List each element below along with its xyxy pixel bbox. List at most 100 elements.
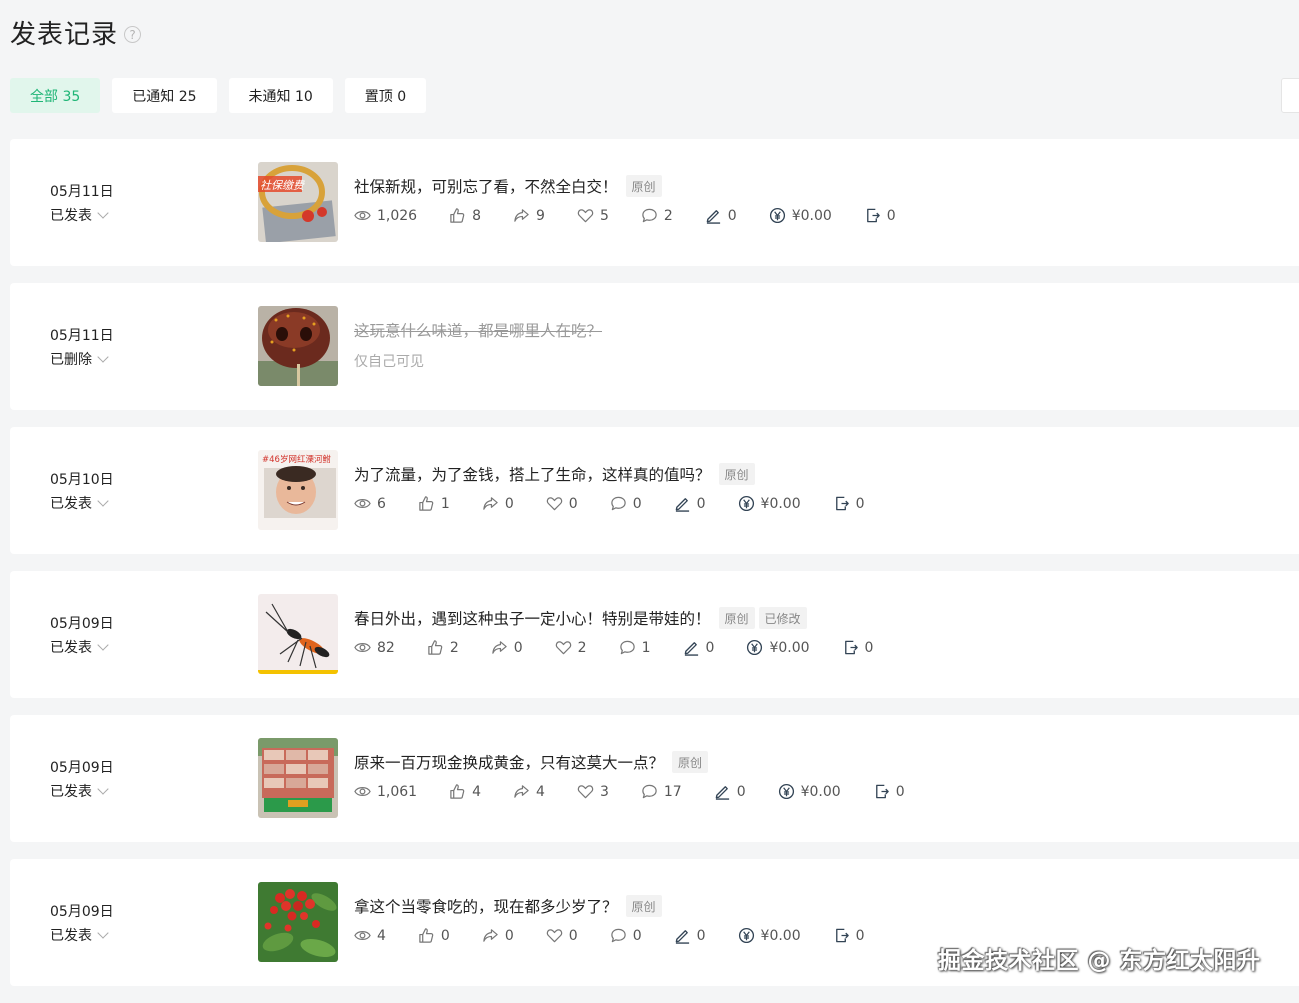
post-stats: 4 0 0 0 0 0 ¥0.00 0 — [354, 927, 897, 944]
favorites-stat: 3 — [577, 783, 609, 800]
export-icon — [835, 928, 849, 943]
shares-stat: 4 — [513, 783, 545, 800]
pen-icon — [715, 786, 729, 800]
private-note: 仅自己可见 — [354, 354, 424, 370]
exports-stat: 0 — [864, 207, 896, 224]
heart-icon — [555, 641, 571, 655]
post-title[interactable]: 社保新规，可别忘了看，不然全白交！ — [354, 175, 618, 197]
chevron-down-icon — [97, 351, 109, 363]
comment-icon — [610, 928, 626, 943]
post-status-dropdown[interactable]: 已发表 — [50, 925, 109, 945]
shares-stat: 9 — [513, 207, 545, 224]
heart-icon — [546, 497, 562, 511]
post-title-row: 拿这个当零食吃的，现在都多少岁了？ 原创 — [354, 895, 662, 917]
chevron-down-icon — [97, 207, 109, 219]
likes-stat: 0 — [418, 927, 450, 944]
share-icon — [514, 209, 529, 222]
thumbs-up-icon — [450, 784, 465, 799]
post-status-label: 已发表 — [50, 208, 92, 224]
thumbs-up-icon — [419, 928, 434, 943]
post-status-dropdown[interactable]: 已发表 — [50, 493, 109, 513]
post-status-dropdown[interactable]: 已发表 — [50, 205, 109, 225]
post-thumbnail[interactable]: #46岁网红溧河鲋 — [258, 450, 338, 530]
share-icon — [514, 785, 529, 798]
pen-icon — [675, 930, 689, 944]
views-stat: 6 — [354, 495, 386, 512]
income-stat: ¥0.00 — [738, 495, 801, 512]
post-date: 05月09日 — [50, 760, 114, 776]
original-tag: 原创 — [625, 175, 662, 197]
svg-text:社保缴费: 社保缴费 — [260, 179, 305, 192]
comments-stat: 1 — [619, 639, 651, 656]
comment-icon — [642, 208, 657, 223]
post-thumbnail[interactable] — [258, 738, 338, 818]
original-tag: 原创 — [718, 607, 755, 629]
post-card: 05月11日 已发表 社保缴费 社保新规，可别忘了看，不然全白交！ 原创 1,0… — [10, 139, 1299, 266]
page-title: 发表记录 — [10, 20, 119, 50]
share-icon — [483, 929, 498, 942]
yuan-icon — [747, 639, 763, 656]
exports-stat: 0 — [842, 639, 873, 656]
post-title[interactable]: 为了流量，为了金钱，搭上了生命，这样真的值吗？ — [354, 463, 711, 485]
views-stat: 4 — [354, 927, 386, 944]
favorites-stat: 0 — [546, 495, 578, 512]
favorites-stat: 0 — [546, 927, 578, 944]
shares-stat: 0 — [491, 639, 523, 656]
post-card: 05月10日 已发表 #46岁网红溧河鲋 为了流量，为了金钱，搭上了生命，这样真… — [10, 427, 1299, 554]
export-icon — [875, 784, 889, 799]
thumbnail-caption: #46岁网红溧河鲋 — [262, 454, 331, 465]
post-status-dropdown[interactable]: 已发表 — [50, 637, 109, 657]
eye-icon — [354, 786, 371, 797]
heart-icon — [577, 209, 594, 223]
export-icon — [844, 640, 858, 655]
income-stat: ¥0.00 — [746, 639, 810, 656]
question-circle-icon[interactable]: ? — [124, 26, 142, 43]
post-stats: 1,026 8 9 5 2 0 ¥0.00 0 — [354, 207, 928, 224]
favorites-stat: 2 — [555, 639, 587, 656]
post-status-label: 已发表 — [50, 928, 92, 944]
post-status-label: 已发表 — [50, 496, 92, 512]
tab-not-notified[interactable]: 未通知 10 — [228, 78, 333, 113]
search-box-edge[interactable] — [1281, 78, 1299, 113]
yuan-icon — [778, 783, 794, 800]
post-status-dropdown[interactable]: 已发表 — [50, 781, 109, 801]
post-thumbnail[interactable] — [258, 594, 338, 674]
eye-icon — [354, 930, 371, 941]
post-card: 05月11日 已删除 这玩意什么味道，都是哪里人在吃？ 仅自己可见 — [10, 283, 1299, 410]
filter-tabs: 全部 35 已通知 25 未通知 10 置顶 0 — [10, 78, 427, 113]
edits-stat: 0 — [674, 927, 706, 944]
post-title[interactable]: 这玩意什么味道，都是哪里人在吃？ — [354, 319, 602, 341]
pen-icon — [684, 642, 698, 656]
post-stats: 82 2 0 2 1 0 ¥0.00 0 — [354, 639, 905, 656]
comments-stat: 0 — [610, 927, 642, 944]
post-thumbnail[interactable] — [258, 882, 338, 962]
post-thumbnail[interactable]: 社保缴费 — [258, 162, 338, 242]
tab-pinned[interactable]: 置顶 0 — [344, 78, 427, 113]
post-title[interactable]: 拿这个当零食吃的，现在都多少岁了？ — [354, 895, 618, 917]
eye-icon — [354, 498, 371, 509]
post-title[interactable]: 原来一百万现金换成黄金，只有这莫大一点？ — [354, 751, 664, 773]
post-title-row: 这玩意什么味道，都是哪里人在吃？ — [354, 319, 602, 341]
post-title-row: 为了流量，为了金钱，搭上了生命，这样真的值吗？ 原创 — [354, 463, 755, 485]
eye-icon — [354, 642, 371, 653]
income-stat: ¥0.00 — [769, 207, 832, 224]
original-tag: 原创 — [625, 895, 662, 917]
page-header: 发表记录 ? — [10, 14, 142, 51]
post-date: 05月10日 — [50, 472, 114, 488]
heart-icon — [577, 785, 594, 799]
post-thumbnail[interactable] — [258, 306, 338, 386]
share-icon — [492, 641, 507, 654]
favorites-stat: 5 — [577, 207, 609, 224]
income-stat: ¥0.00 — [738, 927, 801, 944]
post-stats: 1,061 4 4 3 17 0 ¥0.00 0 — [354, 783, 937, 800]
tab-all[interactable]: 全部 35 — [10, 78, 101, 113]
likes-stat: 1 — [418, 495, 450, 512]
post-title-row: 原来一百万现金换成黄金，只有这莫大一点？ 原创 — [354, 751, 709, 773]
comment-icon — [642, 784, 657, 799]
thumbs-up-icon — [450, 208, 465, 223]
comment-icon — [610, 496, 626, 511]
tab-notified[interactable]: 已通知 25 — [112, 78, 217, 113]
post-status-dropdown[interactable]: 已删除 — [50, 349, 109, 369]
post-title-row: 春日外出，遇到这种虫子一定小心！特别是带娃的！ 原创 已修改 — [354, 607, 807, 629]
post-title[interactable]: 春日外出，遇到这种虫子一定小心！特别是带娃的！ — [354, 607, 711, 629]
